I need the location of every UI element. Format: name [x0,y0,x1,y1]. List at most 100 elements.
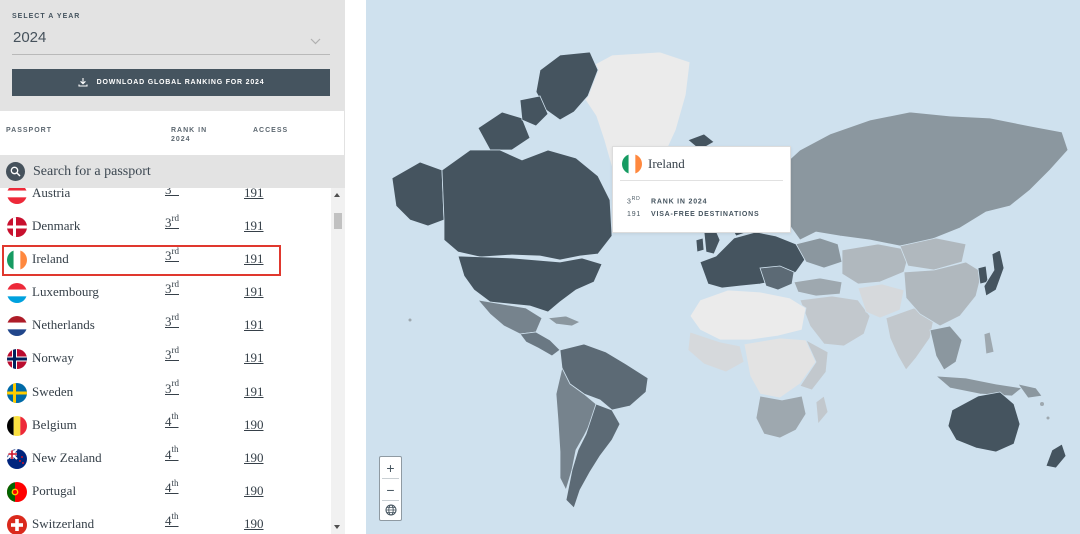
list-item[interactable]: Belgium 4th 190 [0,410,330,443]
access-link[interactable]: 190 [244,516,264,532]
rank-link[interactable]: 3rd [165,278,180,297]
globe-reset-button[interactable] [380,500,401,521]
rank-link[interactable]: 3rd [165,313,179,330]
list-item-selected[interactable]: Ireland 3rd 191 [1,244,282,277]
list-item[interactable]: Netherlands 3rd 191 [0,310,330,343]
access-link[interactable]: 191 [244,350,264,366]
rank-number: 4 [165,512,172,528]
rank-link[interactable]: 3rd [165,378,180,397]
rank-column-header: RANK IN 2024 [171,126,207,144]
rank-suffix: rd [171,245,180,256]
caribbean-shape [546,315,581,327]
usa-shape [457,255,603,313]
rank-number: 3 [165,347,172,363]
tooltip-rank-line: 3RD RANK IN 2024 [627,196,707,205]
country-name: Norway [32,350,74,366]
access-link[interactable]: 191 [244,218,264,234]
alaska-shape [391,161,445,227]
new-guinea-shape [1017,383,1043,399]
map-zoom-controls: + − [379,456,402,521]
rank-link[interactable]: 4th [165,445,179,463]
central-asia-shape [841,243,911,285]
canada-shape [441,149,613,261]
scrollbar-thumb[interactable] [334,213,342,229]
list-scrollbar[interactable] [331,188,345,534]
pacific-island-shape [408,318,412,322]
tooltip-rank-suffix: RD [631,196,641,202]
map-left-margin [345,0,366,534]
rank-number: 4 [165,446,172,462]
rank-number: 4 [165,479,172,495]
access-link[interactable]: 190 [244,417,264,433]
list-item[interactable]: Sweden 3rd 191 [0,377,330,410]
zoom-out-button[interactable]: − [380,479,401,500]
list-item[interactable]: Switzerland 4th 190 [0,509,330,534]
rank-link[interactable]: 3rd [165,188,179,198]
netherlands-flag-icon [7,316,27,337]
scroll-down-arrow[interactable] [334,525,340,529]
rank-number: 3 [165,188,172,197]
pacific-island-shape [1040,402,1044,406]
table-header: PASSPORT RANK IN 2024 ACCESS [0,111,345,155]
country-name: Denmark [32,218,81,234]
country-name: Switzerland [32,515,95,531]
turkey-shape [793,277,843,297]
belgium-flag-icon [7,415,27,436]
list-item[interactable]: Norway 3rd 191 [0,343,330,376]
download-ranking-button[interactable]: DOWNLOAD GLOBAL RANKING FOR 2024 [12,69,330,96]
country-name: Luxembourg [32,284,99,300]
rank-link[interactable]: 4th [165,412,179,430]
list-item[interactable]: Luxembourg 3rd 191 [0,277,330,310]
ireland-flag-icon [7,250,27,271]
access-link[interactable]: 191 [244,251,264,267]
list-item[interactable]: New Zealand 4th 190 [0,443,330,476]
download-button-label: DOWNLOAD GLOBAL RANKING FOR 2024 [96,79,265,86]
chevron-down-icon [310,32,321,50]
portugal-flag-icon [7,481,27,502]
rank-suffix: rd [172,188,180,190]
rank-number: 3 [165,215,172,231]
access-link[interactable]: 191 [244,284,264,300]
year-select[interactable]: 2024 [12,23,330,55]
world-map-shapes[interactable] [366,0,1080,534]
list-item[interactable]: Austria 3rd 191 [0,188,330,211]
access-link[interactable]: 190 [244,450,264,466]
access-link[interactable]: 191 [244,317,264,333]
rank-number: 3 [165,314,172,330]
rank-header-line2: 2024 [171,136,191,143]
list-item[interactable]: Denmark 3rd 191 [0,211,330,244]
country-name: Austria [32,188,71,200]
middle-east-shape [799,295,871,347]
download-icon [78,74,88,92]
eastern-europe-shape [795,237,843,269]
access-link[interactable]: 190 [244,483,264,499]
year-value: 2024 [13,29,47,46]
rank-suffix: rd [171,378,180,389]
se-asia-shape [929,325,963,371]
rank-link[interactable]: 3rd [165,245,180,264]
russia-shape [775,111,1069,247]
list-item[interactable]: Portugal 4th 190 [0,476,330,509]
access-link[interactable]: 191 [244,188,264,201]
rank-suffix: th [171,510,179,521]
access-link[interactable]: 191 [244,384,264,400]
search-bar [0,155,345,188]
rank-header-line1: RANK IN [171,127,208,134]
new-zealand-flag-icon [7,448,27,469]
zoom-in-button[interactable]: + [380,457,401,478]
country-tooltip: Ireland 3RD RANK IN 2024 191 VISA-FREE DES… [612,146,791,233]
passport-panel: SELECT A YEAR 2024 DOWNLOAD GLOBAL RANKI… [0,0,345,534]
pacific-island-shape [1046,416,1050,420]
passport-column-header: PASSPORT [6,127,52,134]
rank-suffix: th [171,477,179,488]
rank-suffix: rd [171,278,180,289]
luxembourg-flag-icon [7,283,27,304]
rank-suffix: rd [171,345,180,356]
rank-link[interactable]: 4th [165,510,179,529]
rank-link[interactable]: 3rd [165,213,179,231]
rank-link[interactable]: 3rd [165,345,180,363]
scroll-up-arrow[interactable] [334,193,340,197]
rank-link[interactable]: 4th [165,477,179,496]
search-icon[interactable] [6,162,25,181]
search-input[interactable] [33,162,333,182]
